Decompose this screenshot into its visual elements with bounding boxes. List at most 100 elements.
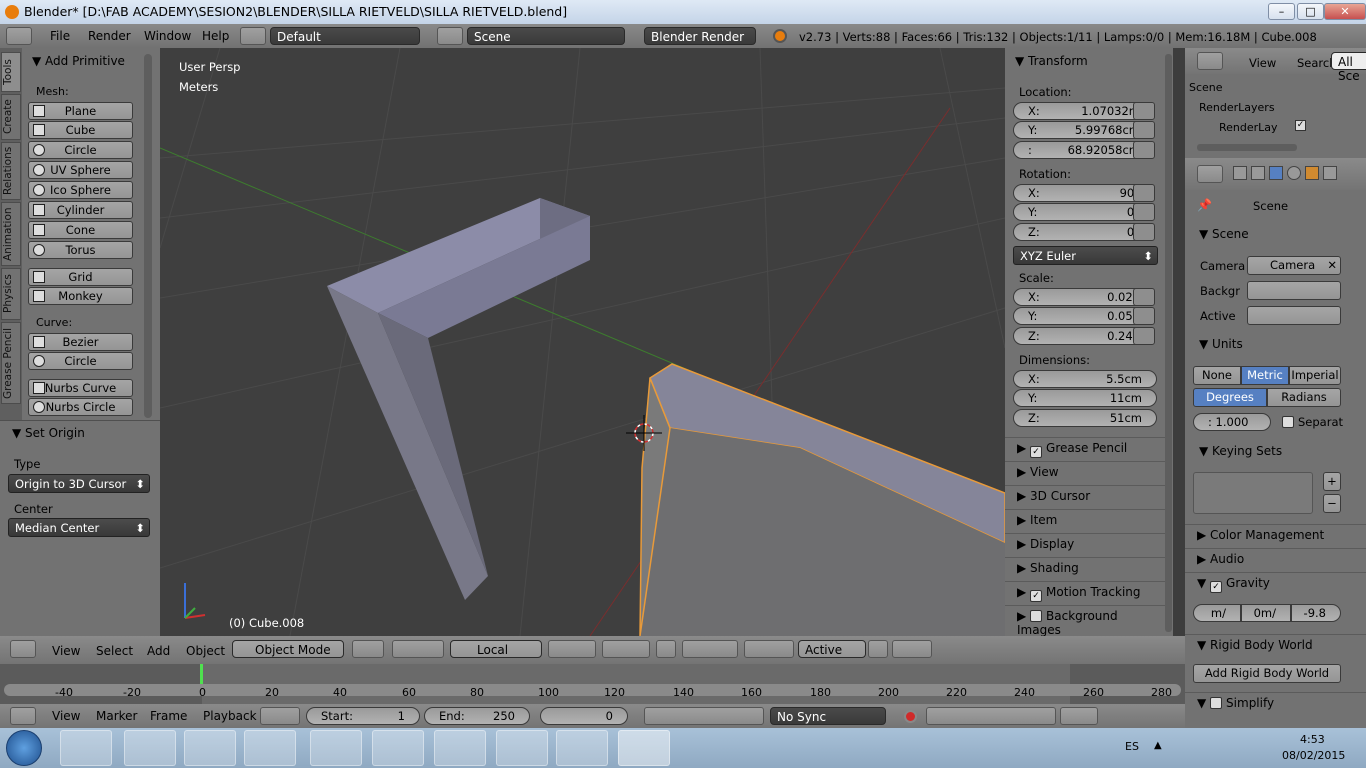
explorer-taskbar-icon[interactable] — [60, 730, 112, 766]
sync-mode-select[interactable]: No Sync — [770, 707, 886, 725]
add-rigid-body-world-button[interactable]: Add Rigid Body World — [1193, 664, 1341, 683]
add-keying-set-button[interactable]: + — [1323, 472, 1341, 491]
active-field[interactable] — [1247, 306, 1341, 325]
layout-selector[interactable]: Default — [270, 27, 420, 45]
panel-view[interactable]: ▶ View — [1005, 461, 1165, 483]
camera-field[interactable]: Camera ✕ — [1247, 256, 1341, 275]
timeline-menu-view[interactable]: View — [52, 709, 80, 723]
remove-keying-set-button[interactable]: − — [1323, 494, 1341, 513]
tab-grease-pencil[interactable]: Grease Pencil — [1, 322, 21, 404]
timeline-ruler[interactable] — [0, 664, 1185, 704]
timeline-menu-playback[interactable]: Playback — [203, 709, 257, 723]
pivot-point-icon[interactable] — [392, 640, 444, 658]
language-indicator[interactable]: ES — [1125, 740, 1139, 753]
world-tab-icon[interactable] — [1287, 166, 1301, 180]
origin-type-select[interactable]: Origin to 3D Cursor ⬍ — [8, 474, 150, 493]
object-tab-icon[interactable] — [1305, 166, 1319, 180]
viewport-shading-icon[interactable] — [352, 640, 384, 658]
preview-range-icon[interactable] — [260, 707, 300, 725]
scene-panel-header[interactable]: ▼ Scene — [1199, 227, 1249, 241]
proportional-edit-icon[interactable] — [682, 640, 738, 658]
pin-icon[interactable]: 📌 — [1197, 198, 1212, 212]
outliner-scene[interactable]: Scene — [1189, 81, 1223, 94]
clock-time[interactable]: 4:53 — [1300, 733, 1325, 746]
add-primitive-header[interactable]: ▼ Add Primitive — [32, 54, 125, 68]
timeline-editor-icon[interactable] — [10, 707, 36, 725]
add-bezier-button[interactable]: Bezier — [28, 333, 133, 351]
menu-render[interactable]: Render — [88, 29, 131, 43]
menu-help[interactable]: Help — [202, 29, 229, 43]
3d-view-editor-icon[interactable] — [10, 640, 36, 658]
scene-selector[interactable]: Scene — [467, 27, 625, 45]
add-cylinder-button[interactable]: Cylinder — [28, 201, 133, 219]
panel-3d-cursor[interactable]: ▶ 3D Cursor — [1005, 485, 1165, 507]
lock-icon[interactable] — [1133, 141, 1155, 159]
transform-orientation-select[interactable]: Local — [450, 640, 542, 658]
outliner-filter-select[interactable]: All Sce — [1331, 52, 1366, 83]
timeline-scrollbar[interactable] — [4, 684, 1181, 696]
panel-background-images[interactable]: ▶ Background Images — [1005, 605, 1165, 637]
add-cube-button[interactable]: Cube — [28, 121, 133, 139]
snap-rotation-icon[interactable] — [868, 640, 888, 658]
lock-icon[interactable] — [1133, 203, 1155, 221]
render-engine-select[interactable]: Blender Render — [644, 27, 756, 45]
units-panel-header[interactable]: ▼ Units — [1199, 337, 1243, 351]
timeline-menu-marker[interactable]: Marker — [96, 709, 137, 723]
outliner-renderlayers[interactable]: RenderLayers — [1199, 101, 1275, 114]
unit-imperial-button[interactable]: Imperial — [1289, 366, 1341, 385]
layout-icon[interactable] — [240, 27, 266, 45]
panel-gravity[interactable]: ▼ ✓ Gravity — [1185, 572, 1366, 594]
keying-sets-list[interactable] — [1193, 472, 1313, 514]
panel-color-management[interactable]: ▶ Color Management — [1185, 524, 1366, 546]
snap-icon[interactable] — [744, 640, 794, 658]
render-preview-icon[interactable] — [892, 640, 932, 658]
start-frame-field[interactable]: Start: 1 — [306, 707, 420, 725]
photo-viewer-taskbar-icon[interactable] — [496, 730, 548, 766]
clock-date[interactable]: 08/02/2015 — [1282, 749, 1345, 762]
notes-taskbar-icon[interactable] — [244, 730, 296, 766]
menu-window[interactable]: Window — [144, 29, 191, 43]
layers-tab-icon[interactable] — [1251, 166, 1265, 180]
tab-tools[interactable]: Tools — [1, 52, 21, 92]
properties-editor-icon[interactable] — [1197, 165, 1223, 183]
record-icon[interactable] — [904, 710, 917, 723]
scene-icon[interactable] — [437, 27, 463, 45]
panel-audio[interactable]: ▶ Audio — [1185, 548, 1366, 570]
keying-set-field[interactable] — [926, 707, 1056, 725]
start-button-icon[interactable] — [6, 730, 42, 766]
separate-units-toggle[interactable]: Separat — [1282, 415, 1343, 429]
acrobat-taskbar-icon[interactable] — [372, 730, 424, 766]
panel-motion-tracking[interactable]: ▶ ✓ Motion Tracking — [1005, 581, 1165, 603]
add-circle-button[interactable]: Circle — [28, 141, 133, 159]
add-ico-sphere-button[interactable]: Ico Sphere — [28, 181, 133, 199]
lock-icon[interactable] — [1133, 121, 1155, 139]
add-nurbs-curve-button[interactable]: Nurbs Curve — [28, 379, 133, 397]
clear-icon[interactable]: ✕ — [1327, 257, 1337, 274]
current-frame-field[interactable]: 0 — [540, 707, 628, 725]
close-button[interactable]: ✕ — [1324, 3, 1366, 20]
outliner-scrollbar[interactable] — [1197, 144, 1297, 151]
lock-icon[interactable] — [1133, 327, 1155, 345]
lock-icon[interactable] — [1133, 307, 1155, 325]
current-frame-indicator[interactable] — [200, 664, 203, 686]
snap-target-select[interactable]: Active — [798, 640, 866, 658]
checkbox-icon[interactable] — [1210, 697, 1223, 709]
photoshop-taskbar-icon[interactable] — [310, 730, 362, 766]
center-select[interactable]: Median Center ⬍ — [8, 518, 150, 537]
tab-relations[interactable]: Relations — [1, 142, 21, 200]
menu-file[interactable]: File — [50, 29, 70, 43]
checkbox-icon[interactable]: ✓ — [1030, 446, 1043, 458]
add-monkey-button[interactable]: Monkey — [28, 287, 133, 305]
gravity-x-field[interactable]: m/ — [1193, 604, 1241, 622]
tool-shelf-scrollbar[interactable] — [144, 54, 152, 418]
add-plane-button[interactable]: Plane — [28, 102, 133, 120]
background-field[interactable] — [1247, 281, 1341, 300]
gravity-z-field[interactable]: -9.8 — [1291, 604, 1341, 622]
menu-select[interactable]: Select — [96, 644, 133, 658]
end-frame-field[interactable]: End: 250 — [424, 707, 530, 725]
render-tab-icon[interactable] — [1233, 166, 1247, 180]
render-checkbox-icon[interactable]: ✓ — [1295, 120, 1306, 131]
add-grid-button[interactable]: Grid — [28, 268, 133, 286]
outliner-renderlayer[interactable]: RenderLay — [1219, 121, 1278, 134]
panel-item[interactable]: ▶ Item — [1005, 509, 1165, 531]
